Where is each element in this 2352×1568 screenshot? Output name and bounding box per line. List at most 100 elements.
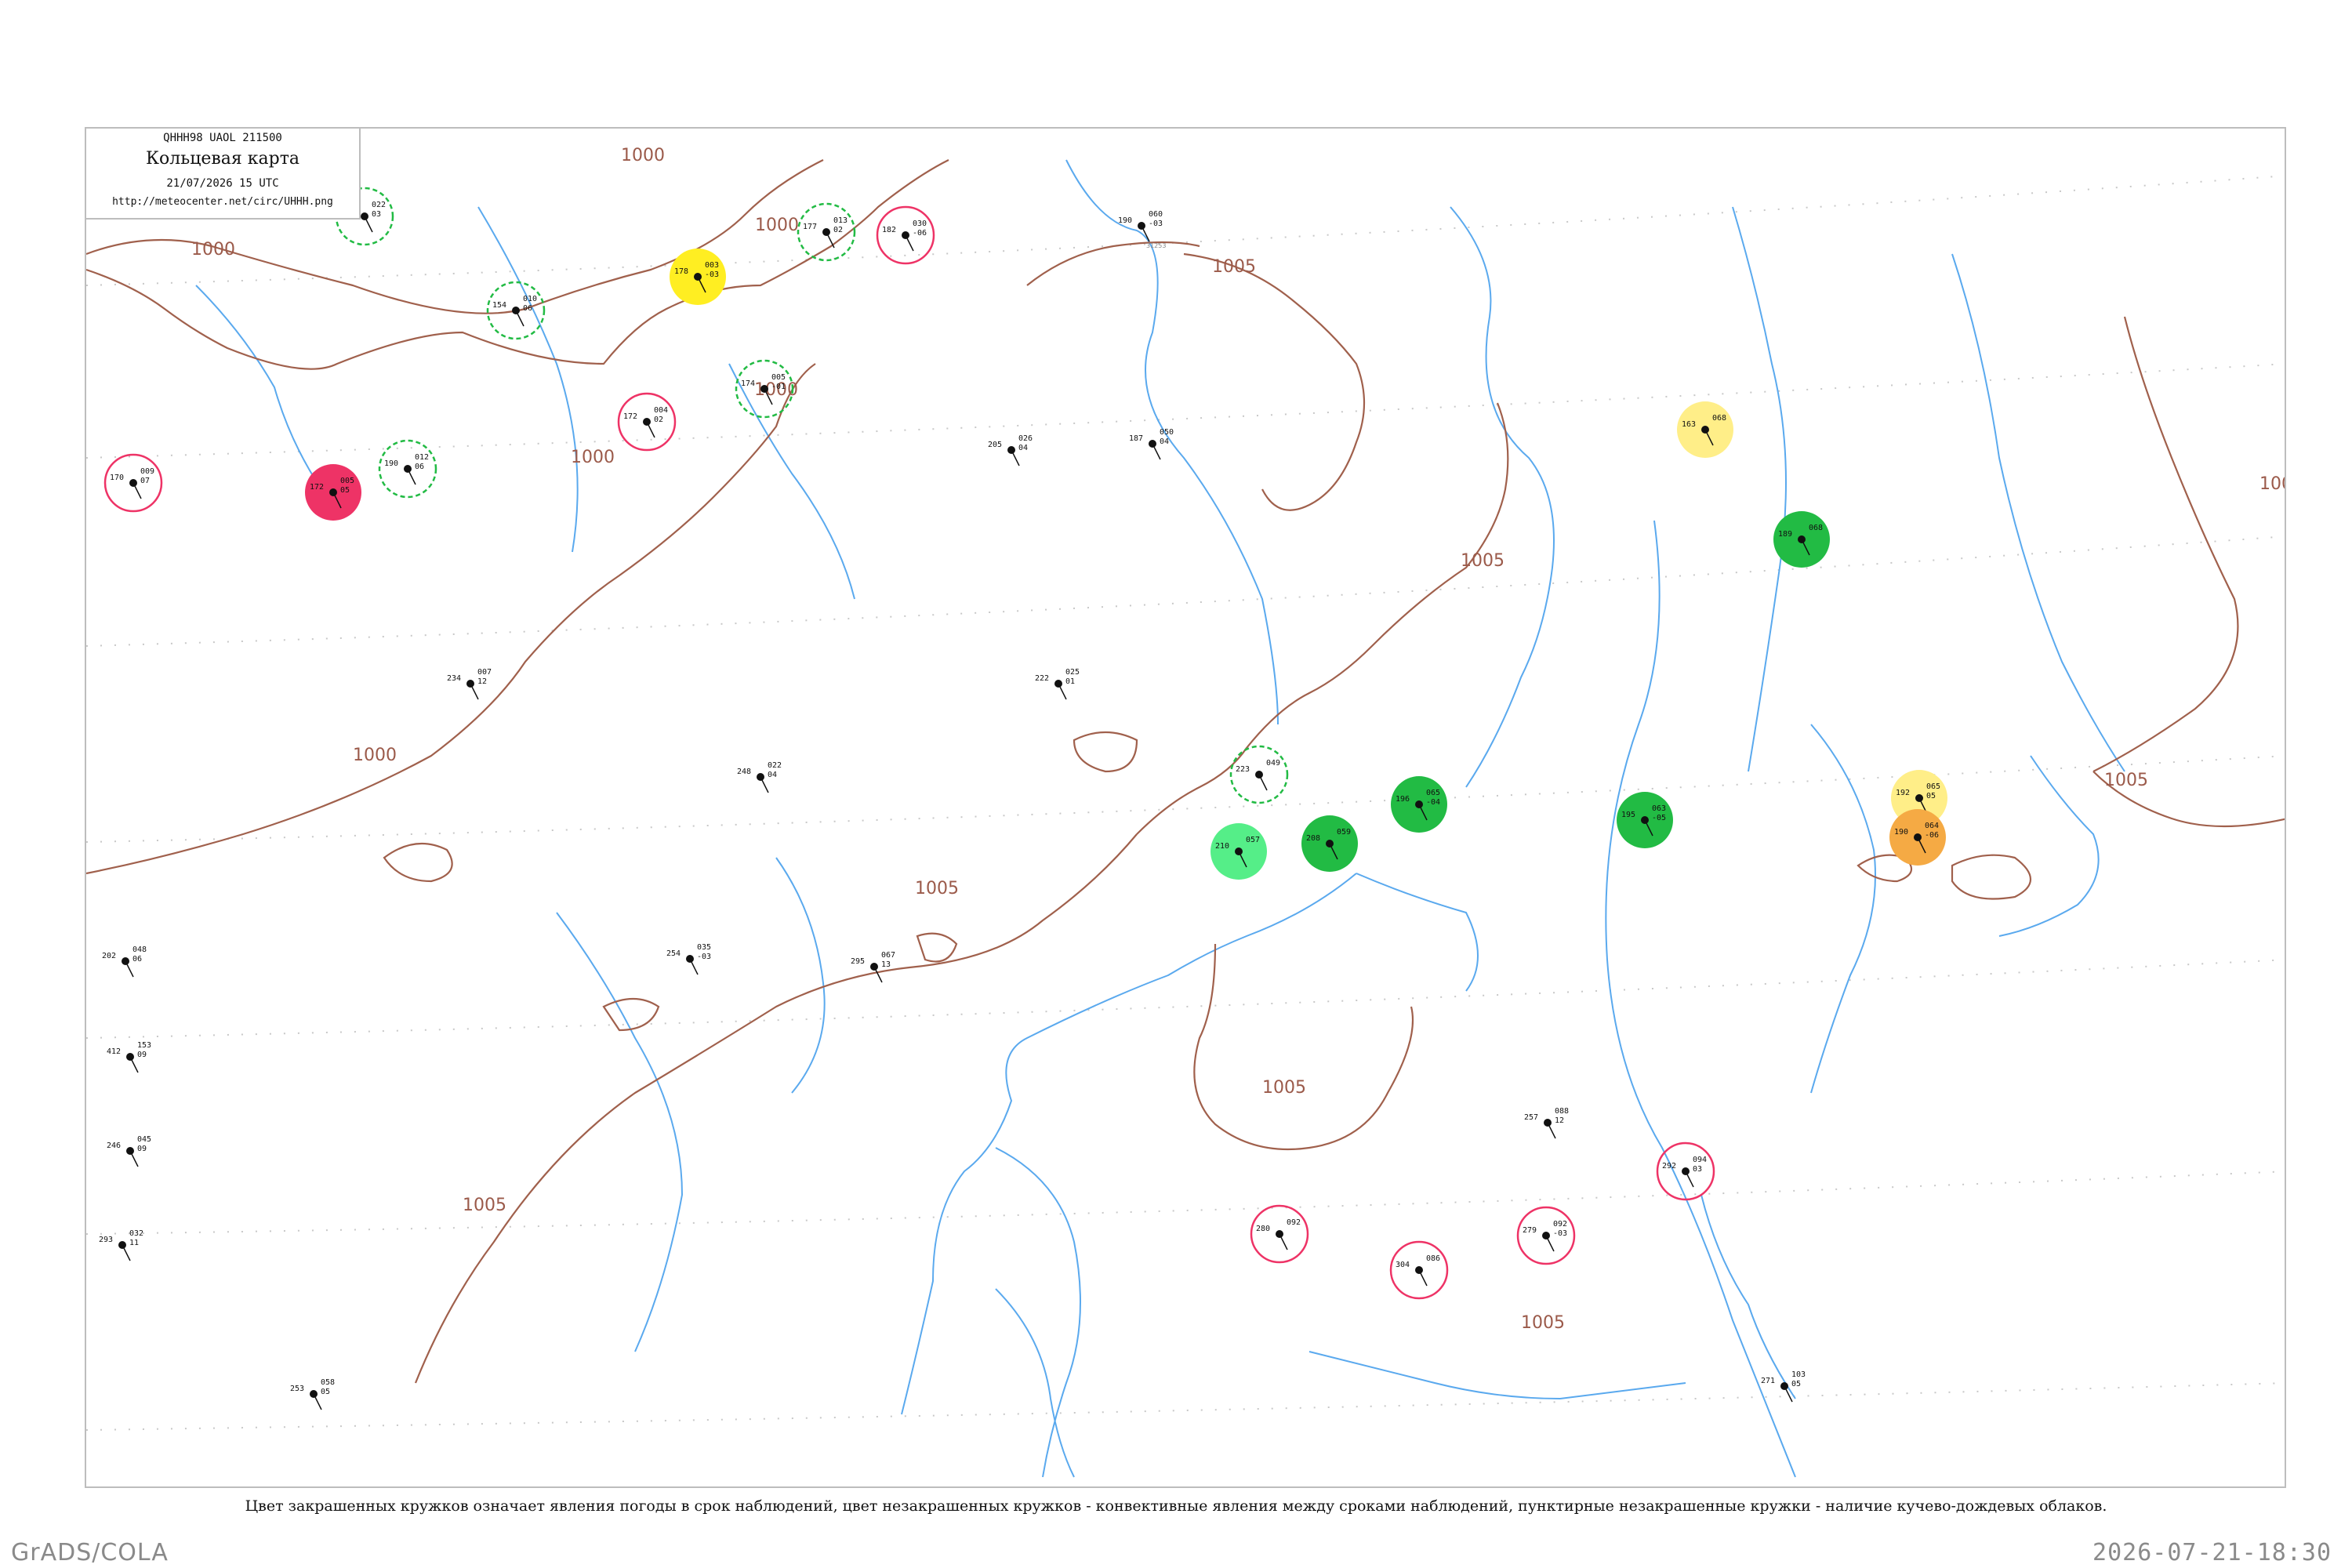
station-temperature: 195 [1621,811,1635,819]
station-temperature: 222 [1035,674,1049,683]
station-model: 234 00712 [447,668,492,700]
station-tendency: 13 [881,960,891,969]
station-temperature: 172 [623,412,637,421]
map-time: 21/07/2026 15 UTC [166,177,279,190]
wind-barb-icon [1685,1171,1694,1188]
station-temperature: 202 [102,952,116,960]
station-model: 154 01006 [486,281,546,340]
station-model: 177 01302 [797,202,856,262]
isobar-label: 1005 [1521,1313,1565,1333]
station-tendency: 12 [477,677,487,686]
station-tendency: 12 [1555,1116,1564,1125]
wind-barb-icon [1258,774,1268,791]
isobar-label: 1000 [571,448,615,467]
wind-barb-icon [364,216,373,233]
isobar-label: 1005 [1212,257,1256,277]
station-model: 223 049 [1229,745,1289,804]
map-title: Кольцевая карта [145,149,299,169]
station-model: 222 02501 [1035,668,1080,700]
station-pressure: 005 [771,373,786,382]
wind-barb-icon [132,482,142,499]
station-tendency: 03 [1693,1165,1702,1174]
station-model: 248 02204 [737,761,782,793]
station-pressure: 007 [477,668,492,677]
station-tendency: 02 [833,226,843,234]
station-pressure: 086 [1426,1254,1440,1263]
station-temperature: 295 [851,957,865,966]
isobar-label: 1005 [915,879,959,898]
station-model: 254 035-03 [666,943,711,975]
station-temperature: 163 [1682,420,1696,429]
station-temperature: 187 [1129,434,1143,443]
station-temperature: 177 [803,223,817,231]
station-pressure: 103 [1791,1370,1806,1379]
station-temperature: 192 [1896,789,1910,797]
isobar-label: 1005 [2104,771,2148,790]
station-pressure: 012 [415,453,429,462]
station-tendency: 01 [1065,677,1075,686]
wind-barb-icon [129,1056,139,1073]
station-temperature: 174 [741,379,755,388]
station-tendency: 06 [523,304,532,313]
station-tendency: -04 [1426,798,1440,807]
station-temperature: 279 [1523,1226,1537,1235]
station-pressure: 026 [1018,434,1033,443]
station-temperature: 154 [492,301,506,310]
isobar-label: 1005 [1461,551,1504,571]
station-model: 271 10305 [1761,1370,1806,1403]
station-model: 304 086 [1389,1240,1449,1300]
bulletin-code: QHHH98 UAOL 211500 [163,132,282,144]
station-temperature: 234 [447,674,461,683]
station-model: 170 00907 [103,453,163,513]
station-tendency: 05 [1791,1380,1801,1388]
station-tendency: 02 [654,416,663,424]
station-pressure: 005 [340,477,354,485]
station-model: 412 15309 [107,1041,151,1073]
coordinate-grid [86,175,2285,1431]
isobar-label: 1000 [621,146,665,165]
station-tendency: 11 [129,1239,139,1247]
wind-barb-icon [873,966,883,983]
isobar-label: 1000 [353,746,397,765]
station-temperature: 170 [110,474,124,482]
wind-barb-icon [1279,1233,1288,1250]
station-model: 178 003-03 [670,249,726,305]
station-model: 280 092 [1250,1204,1309,1264]
station-temperature: 246 [107,1142,121,1150]
station-temperature: 271 [1761,1377,1775,1385]
station-temperature: 293 [99,1236,113,1244]
station-pressure: 022 [372,201,386,209]
station-pressure: 059 [1337,828,1351,837]
station-temperature: 223 [1236,765,1250,774]
map-url[interactable]: http://meteocenter.net/circ/UHHH.png [86,196,359,208]
station-pressure: 030 [913,220,927,228]
station-pressure: 060 [1149,210,1163,219]
wind-barb-icon [760,776,769,793]
wind-barb-icon [1547,1122,1556,1139]
wind-barb-icon [470,683,479,700]
wind-barb-icon [122,1244,131,1261]
station-tendency: 06 [132,955,142,964]
station-pressure: 068 [1809,524,1823,532]
isobar-label: 1000 [191,240,235,260]
station-pressure: 010 [523,295,537,303]
station-pressure: 065 [1426,789,1440,797]
station-model: 172 00402 [617,392,677,452]
station-pressure: 004 [654,406,668,415]
station-tendency: -03 [1149,220,1163,228]
station-model: 190 064-06 [1889,809,1946,866]
station-pressure: 068 [1712,414,1726,423]
station-tendency: -06 [913,229,927,238]
station-pressure: 032 [129,1229,143,1238]
station-index: 31253 [1146,242,1166,249]
station-pressure: 057 [1246,836,1260,844]
station-temperature: 292 [1662,1162,1676,1171]
station-model: 163 068 [1677,401,1733,458]
station-tendency: 09 [137,1145,147,1153]
station-tendency: 06 [415,463,424,471]
station-model: 172 00505 [305,464,361,521]
station-tendency: 05 [340,486,350,495]
station-temperature: 257 [1524,1113,1538,1122]
station-model: 196 065-04 [1391,776,1447,833]
wind-barb-icon [1011,449,1020,466]
